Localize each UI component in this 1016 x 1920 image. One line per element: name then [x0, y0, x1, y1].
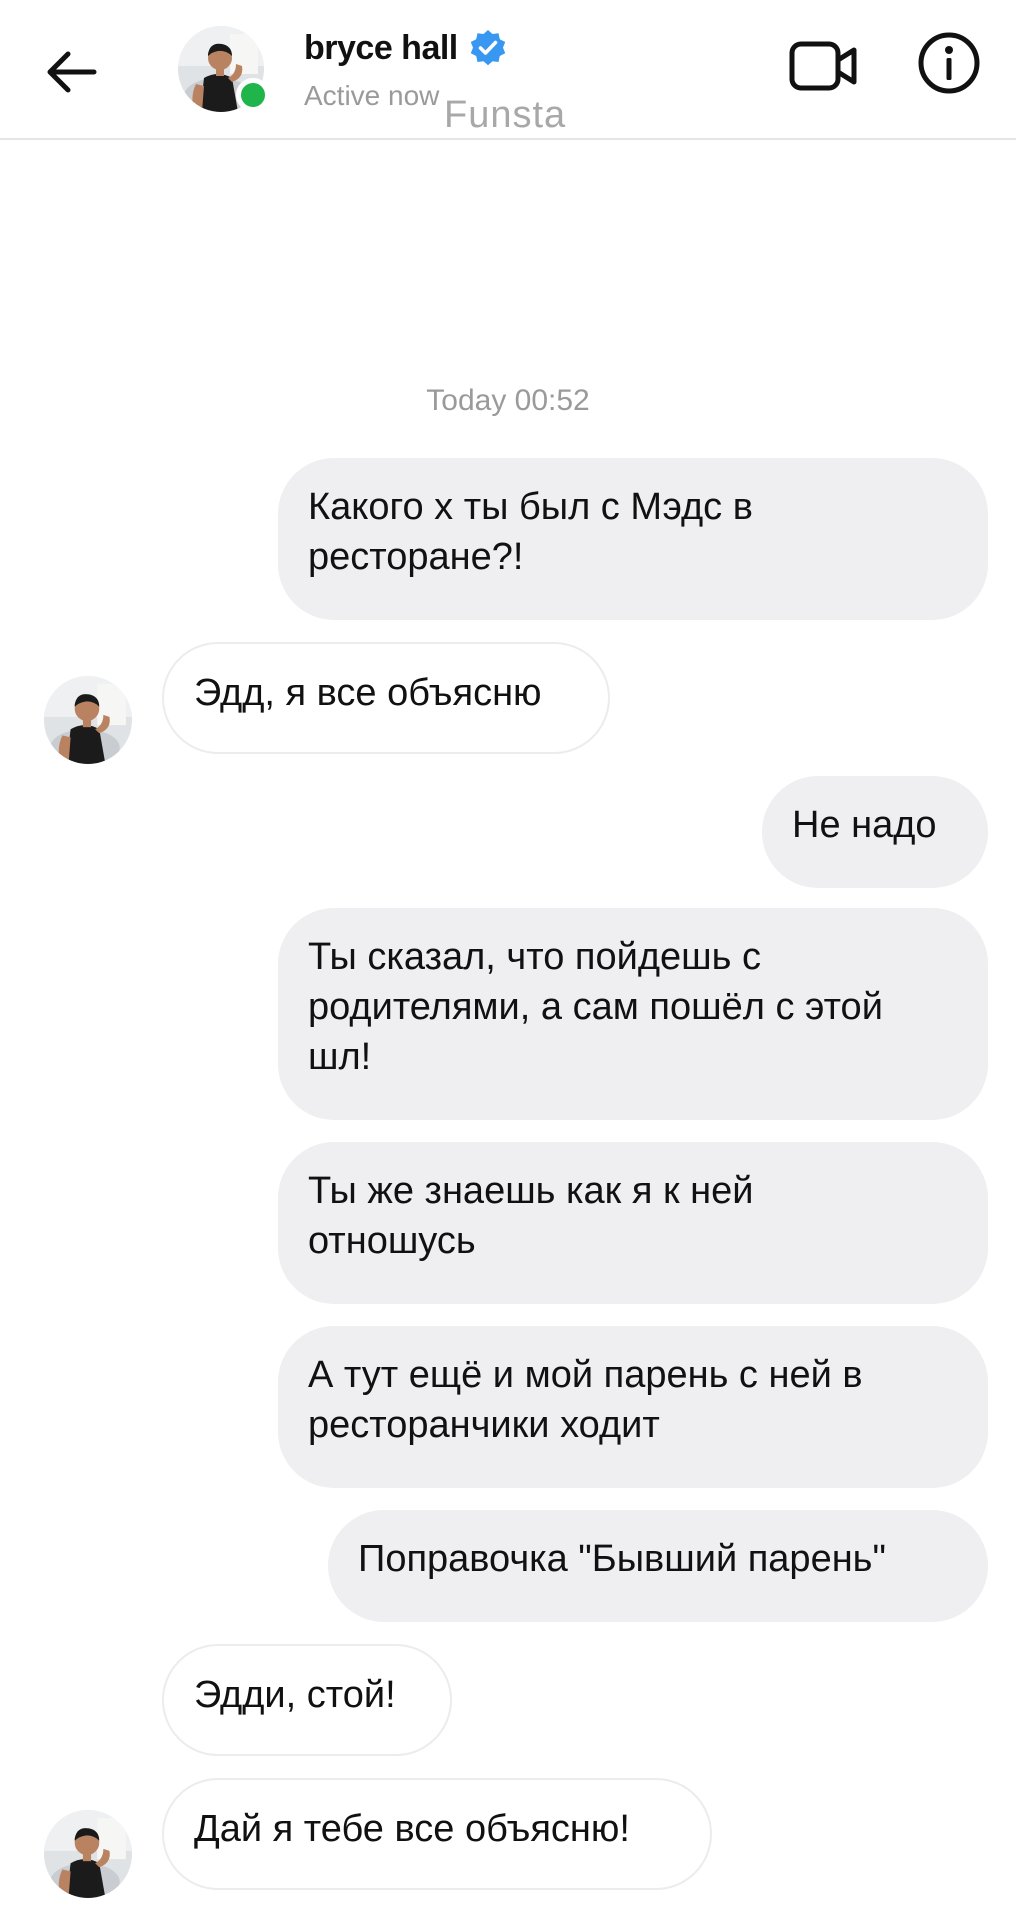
- message-line: Какого х ты был с Мэдс в: [308, 486, 753, 528]
- incoming-message[interactable]: Дай я тебе все объясню!: [162, 1778, 712, 1890]
- sender-avatar[interactable]: [44, 1810, 132, 1898]
- message-line: Эдди, стой!: [194, 1674, 396, 1716]
- incoming-message[interactable]: Эдди, стой!: [162, 1644, 452, 1756]
- outgoing-message[interactable]: Не надо: [762, 776, 988, 888]
- message-line: отношусь: [308, 1220, 476, 1262]
- video-camera-icon: [789, 41, 857, 91]
- back-button[interactable]: [40, 40, 104, 104]
- info-icon: [918, 32, 980, 94]
- contact-name-row[interactable]: bryce hall: [304, 28, 508, 68]
- watermark-text: Funsta: [444, 94, 567, 136]
- arrow-left-icon: [47, 51, 97, 93]
- message-line: ресторанчики ходит: [308, 1404, 660, 1446]
- verified-badge-icon: [470, 30, 505, 66]
- message-line: Поправочка "Бывший парень": [358, 1538, 886, 1580]
- outgoing-message[interactable]: Какого х ты был с Мэдс в ресторане?!: [278, 458, 988, 620]
- sender-avatar[interactable]: [44, 676, 132, 764]
- chat-timestamp: Today 00:52: [426, 384, 590, 417]
- message-line: родителями, а сам пошёл с этой: [308, 986, 883, 1028]
- video-call-button[interactable]: [788, 34, 860, 98]
- chat-screen: bryce hall Active now Funsta Today 00:52: [0, 0, 1016, 1920]
- incoming-message[interactable]: Эдд, я все объясню: [162, 642, 610, 754]
- online-status-dot: [236, 78, 270, 112]
- message-line: Эдд, я все объясню: [194, 672, 542, 714]
- chat-header: bryce hall Active now Funsta: [0, 0, 1016, 140]
- message-line: Не надо: [792, 804, 937, 846]
- outgoing-message[interactable]: Ты же знаешь как я к ней отношусь: [278, 1142, 988, 1304]
- outgoing-message[interactable]: А тут ещё и мой парень с ней в ресторанч…: [278, 1326, 988, 1488]
- contact-name: bryce hall: [304, 28, 458, 67]
- message-line: шл!: [308, 1036, 372, 1078]
- contact-avatar[interactable]: [178, 26, 270, 112]
- contact-status: Active now: [304, 80, 440, 111]
- outgoing-message[interactable]: Ты сказал, что пойдешь с родителями, а с…: [278, 908, 988, 1120]
- message-line: ресторане?!: [308, 536, 524, 578]
- info-button[interactable]: [916, 30, 982, 96]
- message-line: А тут ещё и мой парень с ней в: [308, 1354, 863, 1396]
- message-line: Ты же знаешь как я к ней: [308, 1170, 754, 1212]
- outgoing-message[interactable]: Поправочка "Бывший парень": [328, 1510, 988, 1622]
- message-line: Дай я тебе все объясню!: [194, 1808, 630, 1850]
- message-line: Ты сказал, что пойдешь с: [308, 936, 761, 978]
